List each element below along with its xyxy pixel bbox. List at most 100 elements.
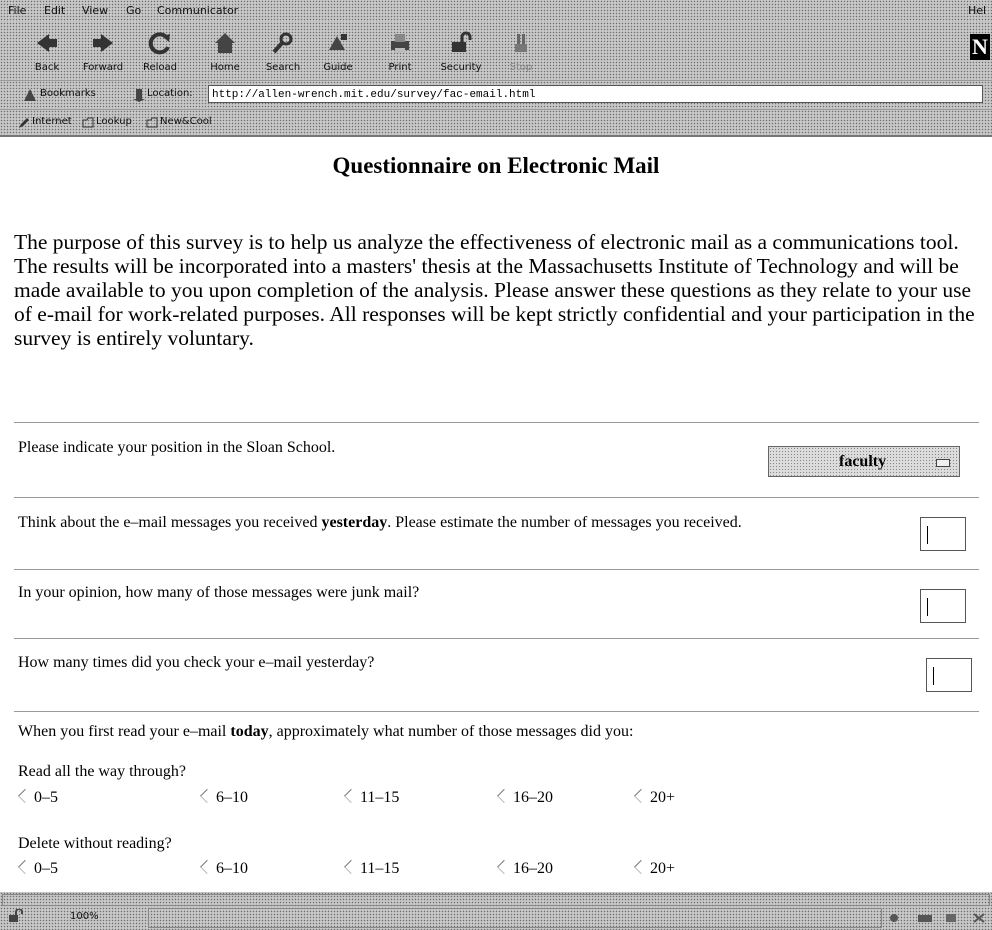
check-count-input[interactable] [926,658,972,692]
home-button[interactable]: Home [200,22,250,80]
question-check-count: How many times did you check your e–mail… [18,654,375,671]
folder-icon [146,117,158,128]
delete-option[interactable]: 16–20 [496,859,553,878]
forward-arrow-icon [93,34,113,52]
question-received-text-end: . Please estimate the number of messages… [387,514,742,531]
read-through-option[interactable]: 6–10 [199,788,248,807]
radio-button[interactable] [633,788,649,804]
divider [14,422,979,423]
question-today-emphasis: today [230,723,269,740]
question-position: Please indicate your position in the Slo… [18,439,336,456]
read-through-option[interactable]: 11–15 [343,788,399,807]
folder-icon [82,117,94,128]
radio-button[interactable] [17,788,33,804]
divider [14,711,979,712]
security-lock-icon[interactable] [8,909,24,923]
search-button[interactable]: Search [258,22,308,80]
navigation-toolbar: Back Forward Reload Home Search Guide Pr… [0,22,992,81]
status-bar: 100% [0,906,992,930]
radio-button[interactable] [343,788,359,804]
divider [14,569,979,570]
forward-button[interactable]: Forward [78,22,128,80]
delete-option[interactable]: 0–5 [17,859,58,878]
security-label: Security [440,62,482,73]
divider [14,497,979,498]
component-bar-icons[interactable] [888,911,988,925]
position-selected-value: faculty [839,453,887,470]
page-content: Questionnaire on Electronic Mail The pur… [0,137,992,892]
guide-button[interactable]: Guide [313,22,363,80]
read-through-option[interactable]: 0–5 [17,788,58,807]
home-icon [215,33,235,53]
option-label: 20+ [650,860,676,877]
lookup-link[interactable]: Lookup [96,116,132,127]
radio-button[interactable] [496,788,512,804]
radio-button[interactable] [17,859,33,875]
lock-icon [452,31,472,52]
reload-icon [148,32,170,55]
menu-go[interactable]: Go [126,4,141,17]
menu-bar: File Edit View Go Communicator Hel [0,0,992,23]
search-icon [272,32,293,54]
text-cursor [933,667,934,685]
home-label: Home [210,62,240,73]
url-field[interactable]: http://allen-wrench.mit.edu/survey/fac-e… [208,85,983,103]
delete-option[interactable]: 6–10 [199,859,248,878]
menu-communicator[interactable]: Communicator [157,4,238,17]
pencil-icon [19,118,29,128]
status-message-area [148,908,882,928]
radio-button[interactable] [199,859,215,875]
location-bar: Bookmarks Location: http://allen-wrench.… [0,81,992,110]
bottom-bar: 100% [0,892,992,930]
question-messages-received: Think about the e–mail messages you rece… [18,514,742,532]
divider [14,638,979,639]
question-junk-mail: In your opinion, how many of those messa… [18,584,420,601]
text-cursor [927,598,928,616]
read-through-option[interactable]: 20+ [633,788,675,807]
messages-received-input[interactable] [920,517,966,551]
option-label: 6–10 [216,860,248,877]
security-button[interactable]: Security [436,22,486,80]
delete-option[interactable]: 11–15 [343,859,400,878]
bookmarks-button[interactable]: Bookmarks [40,88,96,99]
printer-icon [391,34,409,53]
back-button[interactable]: Back [22,22,72,80]
delete-option[interactable]: 20+ [633,859,676,878]
radio-button[interactable] [343,859,359,875]
new-and-cool-link[interactable]: New&Cool [160,116,212,127]
internet-link[interactable]: Internet [32,116,72,127]
dropdown-indicator-icon [936,459,950,467]
back-arrow-icon [37,34,57,52]
reload-button[interactable]: Reload [135,22,185,80]
option-label: 0–5 [34,860,58,877]
radio-button[interactable] [633,859,649,875]
menu-view[interactable]: View [82,4,108,17]
option-label: 16–20 [513,860,553,877]
location-label: Location: [147,88,193,99]
personal-toolbar: Internet Lookup New&Cool [0,110,992,137]
stop-label: Stop [509,62,533,73]
read-through-label: Read all the way through? [18,763,186,780]
junk-mail-input[interactable] [920,589,966,623]
netscape-logo[interactable]: N [970,34,990,60]
stop-button[interactable]: Stop [496,22,546,80]
intro-paragraph: The purpose of this survey is to help us… [14,230,975,350]
search-label: Search [265,62,301,73]
radio-button[interactable] [496,859,512,875]
guide-icon [329,34,347,50]
print-button[interactable]: Print [375,22,425,80]
question-today-text: When you first read your e–mail [18,723,231,740]
question-received-emphasis: yesterday [321,514,388,531]
read-through-option[interactable]: 16–20 [496,788,553,807]
option-label: 11–15 [360,860,400,877]
print-label: Print [388,62,412,73]
radio-button[interactable] [199,788,215,804]
position-select[interactable]: faculty [768,446,960,477]
menu-edit[interactable]: Edit [44,4,65,17]
horizontal-scrollbar[interactable] [2,894,990,906]
menu-help[interactable]: Hel [968,4,986,17]
delete-without-reading-label: Delete without reading? [18,835,172,852]
bookmark-icon [24,89,36,101]
menu-file[interactable]: File [8,4,26,17]
page-title: Questionnaire on Electronic Mail [332,153,660,178]
